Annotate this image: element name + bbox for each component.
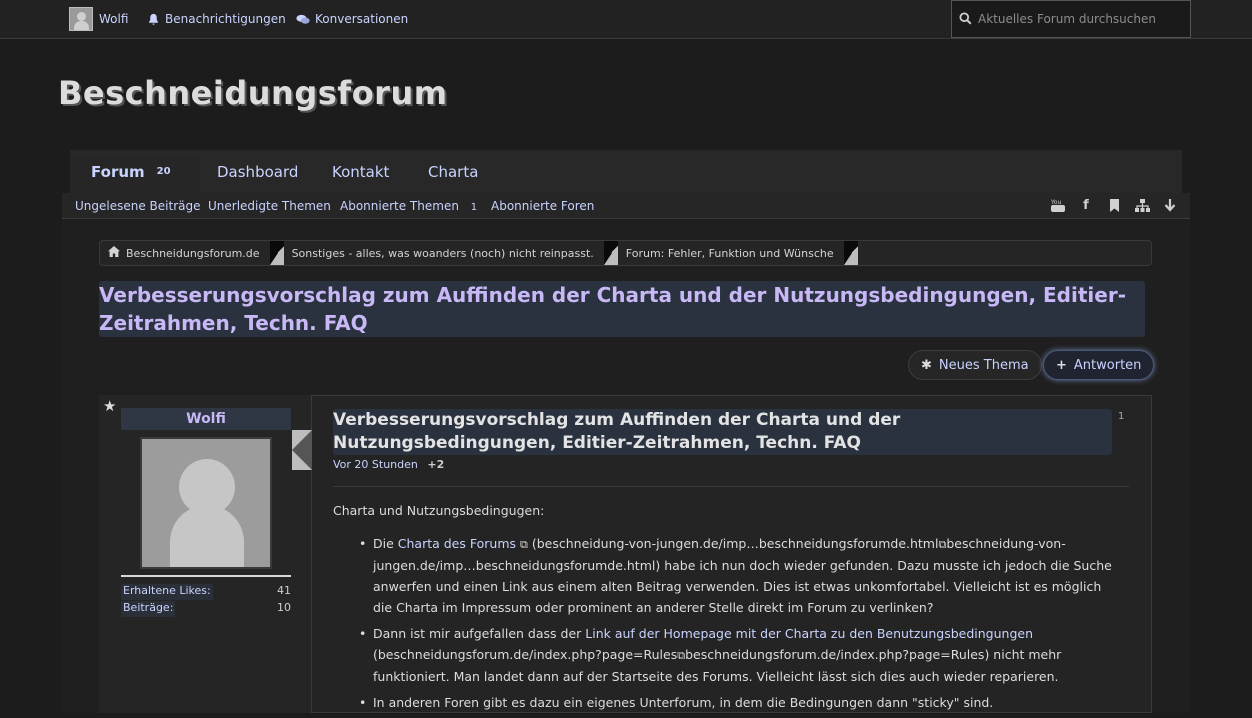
subnav-subscribed-threads[interactable]: Abonnierte Themen 1: [340, 199, 477, 213]
search-box[interactable]: [951, 0, 1191, 38]
subnav-subscribed-forums[interactable]: Abonnierte Foren: [491, 199, 594, 213]
conversations-link[interactable]: Konversationen: [296, 0, 408, 38]
tab-kontakt[interactable]: Kontakt: [332, 150, 389, 193]
search-icon[interactable]: [959, 10, 972, 29]
facebook-icon[interactable]: f: [1078, 197, 1094, 213]
avatar-body: [170, 505, 244, 567]
author-divider: [121, 575, 291, 577]
breadcrumb-item-home[interactable]: Beschneidungsforum.de: [124, 241, 278, 265]
site-logo[interactable]: Beschneidungsforum: [58, 74, 448, 112]
search-input[interactable]: [978, 12, 1183, 26]
text-segment: (beschneidungsforum.de/index.php?page=Ru…: [373, 647, 678, 662]
posts-value: 10: [277, 601, 291, 614]
homepage-rules-link[interactable]: Link auf der Homepage mit der Charta zu …: [585, 626, 1033, 641]
star-icon: ★: [103, 397, 117, 415]
new-thread-button[interactable]: ✱ Neues Thema: [908, 350, 1042, 380]
reply-label: Antworten: [1073, 357, 1142, 373]
post-body: Charta und Nutzungsbedingugen: Die Chart…: [333, 500, 1123, 718]
user-menu[interactable]: Wolfi: [69, 0, 128, 38]
tab-forum[interactable]: Forum 20: [91, 150, 171, 193]
home-icon[interactable]: [108, 246, 120, 260]
sitemap-icon[interactable]: [1134, 197, 1150, 213]
new-thread-label: Neues Thema: [938, 357, 1029, 373]
post-arrow-icon: [292, 430, 312, 470]
likes-value: 41: [277, 584, 291, 597]
tab-charta[interactable]: Charta: [428, 150, 478, 193]
posts-label: Beiträge:: [121, 601, 176, 617]
post-number[interactable]: 1: [1118, 411, 1124, 422]
post-author-avatar[interactable]: [140, 437, 272, 569]
subnav-subscribed-threads-label: Abonnierte Themen: [340, 199, 459, 213]
bookmark-icon[interactable]: [1106, 197, 1122, 213]
post-author-name[interactable]: Wolfi: [121, 408, 291, 430]
asterisk-icon: ✱: [921, 357, 932, 373]
conversations-label: Konversationen: [315, 12, 409, 26]
external-link-icon: ⧉: [520, 538, 528, 551]
subnav-icons: You f: [1050, 197, 1178, 213]
post-intro: Charta und Nutzungsbedingugen:: [333, 503, 545, 518]
post-time[interactable]: Vor 20 Stunden: [333, 458, 418, 471]
text-segment: Die: [373, 536, 398, 551]
list-item: In anderen Foren gibt es dazu ein eigene…: [357, 692, 1123, 713]
svg-text:You: You: [1051, 199, 1062, 206]
thread-title: Verbesserungsvorschlag zum Auffinden der…: [99, 281, 1145, 337]
plus-icon: +: [1056, 357, 1067, 373]
post-divider: [333, 486, 1129, 487]
subnav-unread-posts[interactable]: Ungelesene Beiträge: [75, 199, 200, 213]
tab-forum-label: Forum: [91, 162, 145, 181]
arrow-down-icon[interactable]: [1162, 197, 1178, 213]
subnav-unsolved-threads[interactable]: Unerledigte Themen: [208, 199, 331, 213]
chat-icon: [296, 12, 310, 26]
bell-icon: [146, 12, 160, 26]
notifications-link[interactable]: Benachrichtigungen: [146, 0, 286, 38]
list-item: Die Charta des Forums ⧉ (beschneidung-vo…: [357, 533, 1123, 618]
posts-stat: Beiträge: 10: [121, 601, 291, 617]
youtube-icon[interactable]: You: [1050, 197, 1066, 213]
subnav-subscribed-count: 1: [470, 202, 478, 213]
reply-button[interactable]: + Antworten: [1043, 350, 1155, 380]
post-meta: Vor 20 Stunden +2: [333, 458, 444, 471]
post-list: Die Charta des Forums ⧉ (beschneidung-vo…: [333, 533, 1123, 713]
username-label: Wolfi: [99, 12, 129, 26]
tab-forum-count: 20: [156, 166, 171, 177]
breadcrumb-item-misc[interactable]: Sonstiges - alles, was woanders (noch) n…: [286, 241, 613, 265]
breadcrumb: Beschneidungsforum.de Sonstiges - alles,…: [99, 240, 1152, 266]
post-title: Verbesserungsvorschlag zum Auffinden der…: [333, 409, 1112, 455]
text-segment: (beschneidung-von-jungen.de/imp…beschnei…: [527, 536, 939, 551]
text-segment: Dann ist mir aufgefallen dass der: [373, 626, 586, 641]
top-bar: Wolfi Benachrichtigungen Konversationen: [0, 0, 1252, 39]
breadcrumb-item-feedback[interactable]: Forum: Fehler, Funktion und Wünsche: [620, 241, 852, 265]
external-link-icon: ⧉: [677, 649, 686, 662]
list-item: Dann ist mir aufgefallen dass der Link a…: [357, 623, 1123, 687]
text-segment: beschneidungsforum.de/index.php?page=Rul…: [685, 647, 985, 662]
likes-label: Erhaltene Likes:: [121, 584, 213, 600]
tab-dashboard[interactable]: Dashboard: [217, 150, 298, 193]
post-edit-count[interactable]: +2: [427, 458, 444, 471]
user-avatar: [69, 7, 93, 31]
likes-stat: Erhaltene Likes: 41: [121, 584, 291, 600]
notifications-label: Benachrichtigungen: [165, 12, 286, 26]
charta-link[interactable]: Charta des Forums: [398, 536, 516, 551]
